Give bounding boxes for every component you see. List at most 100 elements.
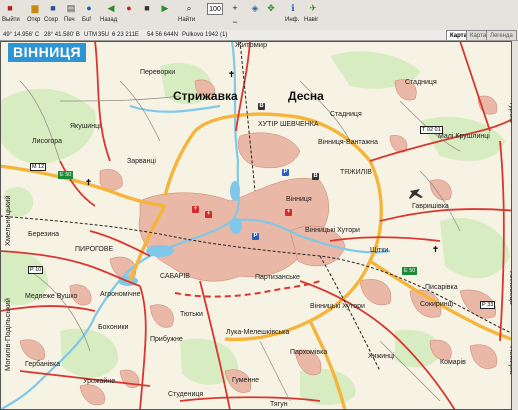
map-graphics bbox=[0, 41, 518, 410]
print-button[interactable]: ▤ bbox=[64, 1, 78, 15]
map-canvas[interactable]: ВІННИЦЯ Стрижавка Десна Житомир Переворк… bbox=[0, 41, 518, 410]
longitude-readout: 28° 41.580' В bbox=[44, 32, 80, 38]
rec-icon: ● bbox=[86, 3, 92, 13]
label-agronomichne: Агрономічне bbox=[100, 291, 141, 298]
save-button[interactable]: ■ bbox=[46, 1, 60, 15]
move-icon: ✥ bbox=[267, 3, 275, 13]
exit-label: Выйти bbox=[2, 17, 20, 23]
stop-button[interactable]: ■ bbox=[140, 1, 154, 15]
zoom-select[interactable]: 100 bbox=[207, 3, 223, 15]
road-badge-e50b: Е 50 bbox=[402, 267, 418, 275]
open-button[interactable]: ▆ bbox=[28, 1, 42, 15]
rec-button[interactable]: ● bbox=[82, 1, 96, 15]
open-icon: ▆ bbox=[31, 3, 39, 13]
exit-button[interactable]: ■ bbox=[3, 1, 17, 15]
nav-label: Навіг bbox=[304, 17, 319, 23]
record-icon: ● bbox=[126, 3, 132, 13]
label-mali-krushlyntsi: Малі Крушлинці bbox=[438, 133, 490, 140]
bus-station-icon-2[interactable]: B bbox=[312, 173, 319, 180]
label-komariv: Комарів bbox=[440, 359, 466, 366]
record-button[interactable]: ● bbox=[122, 1, 136, 15]
move-button[interactable]: ✥ bbox=[264, 1, 278, 15]
label-medvezhe: Медвеже Вушко bbox=[25, 293, 78, 300]
info-button[interactable]: ℹ bbox=[286, 1, 300, 15]
map-title: ВІННИЦЯ bbox=[8, 43, 87, 62]
search-icon: ⌕ bbox=[186, 3, 192, 13]
label-stadnytsia-2: Стадниця bbox=[330, 111, 362, 118]
status-bar: 49° 14.956' С 28° 41.580' В UTM 35U 6 23… bbox=[0, 30, 518, 41]
open-label: Откр bbox=[27, 17, 41, 23]
vertical-scrollbar[interactable] bbox=[512, 41, 518, 410]
back-label: Назад bbox=[100, 17, 118, 23]
side-label-mohyliv: Могилів-Подільський bbox=[3, 298, 12, 371]
rec-label: Бuf bbox=[82, 17, 91, 23]
label-herbanivka: Гербанівка bbox=[25, 361, 61, 368]
nav-button[interactable]: ✈ bbox=[306, 1, 320, 15]
label-humenne: Гуменне bbox=[232, 377, 260, 384]
road-badge-t0201: Т 02 01 bbox=[420, 126, 443, 134]
label-parkhomivka: Пархомівка bbox=[290, 349, 328, 356]
back-icon: ◀ bbox=[107, 3, 115, 13]
zoom-out-icon: − bbox=[232, 17, 238, 27]
find-label: Найти bbox=[178, 17, 196, 23]
label-sabariv: САБАРІВ bbox=[160, 273, 190, 280]
tab-legend[interactable]: Легенда bbox=[486, 30, 517, 40]
exit-icon: ■ bbox=[7, 3, 13, 13]
play-button[interactable]: ▶ bbox=[158, 1, 172, 15]
label-shchitky: Щітки bbox=[370, 247, 389, 254]
label-partyzanske: Партизанське bbox=[255, 274, 300, 281]
label-zarvantsi: Зарванці bbox=[127, 158, 156, 165]
label-tiutky: Тютьки bbox=[180, 311, 203, 318]
info-label: Инф. bbox=[285, 17, 300, 23]
label-luka-meleshkivska: Лука-Мелешківська bbox=[226, 329, 290, 336]
toolbar: ■ Выйти ▆ Откр ■ Сохр ▤ Печ ● Бuf ◀ Наза… bbox=[0, 0, 518, 31]
parking-icon[interactable]: P bbox=[282, 169, 289, 176]
info-icon: ℹ bbox=[291, 3, 295, 13]
nav-icon: ✈ bbox=[309, 3, 317, 13]
zoom-in-button[interactable]: + bbox=[228, 1, 242, 15]
label-khyzhyntsi: Хижинці bbox=[368, 353, 395, 360]
label-stadnytsia: Стадниця bbox=[405, 79, 437, 86]
label-vinnytski-v: Вінницькі Хутори bbox=[310, 303, 365, 310]
label-berezyna: Березина bbox=[28, 231, 59, 238]
label-stryzhavka: Стрижавка bbox=[173, 89, 238, 103]
utm-label: UTM bbox=[84, 32, 97, 38]
label-vinnytsia-vantazhna: Вінниця-Вантажна bbox=[318, 139, 378, 146]
latitude-readout: 49° 14.956' С bbox=[3, 32, 40, 38]
hospital-icon[interactable]: + bbox=[192, 206, 199, 213]
church-icon-3: ✝ bbox=[432, 245, 439, 254]
zoom-out-button[interactable]: − bbox=[228, 15, 242, 29]
print-label: Печ bbox=[64, 17, 75, 23]
label-sokyryntsi: Сокиринці bbox=[420, 301, 454, 308]
bus-station-icon[interactable]: B bbox=[258, 103, 265, 110]
label-pyrohove: ПИРОГОВЕ bbox=[75, 246, 114, 253]
easting-readout: 6 23 211Е bbox=[112, 32, 139, 38]
label-havryshivka: Гавришівка bbox=[412, 203, 449, 210]
northing-readout: 54 56 644N bbox=[147, 32, 179, 38]
back-button[interactable]: ◀ bbox=[104, 1, 118, 15]
label-prybuzhne: Прибужне bbox=[150, 336, 183, 343]
label-tiahun: Тягун bbox=[270, 401, 288, 408]
church-icon: ✝ bbox=[85, 178, 92, 187]
road-badge-p10: Р 10 bbox=[28, 266, 44, 274]
parking-icon-2[interactable]: P bbox=[252, 233, 259, 240]
datum-readout: Pulkovo 1942 (1) bbox=[182, 32, 228, 38]
label-urozhaine: Урожайне bbox=[83, 378, 116, 385]
label-vinnytski-khutory: Вінницькі Хутори bbox=[305, 227, 360, 234]
church-icon-2: ✝ bbox=[228, 70, 235, 79]
road-badge-e50: Е 50 bbox=[58, 171, 74, 179]
save-icon: ■ bbox=[50, 3, 56, 13]
layers-button[interactable]: ◈ bbox=[248, 1, 262, 15]
play-icon: ▶ bbox=[161, 3, 169, 13]
find-button[interactable]: ⌕ bbox=[182, 1, 196, 15]
stop-icon: ■ bbox=[144, 3, 150, 13]
hospital-icon-3[interactable]: + bbox=[285, 209, 292, 216]
zoom-in-icon: + bbox=[232, 3, 238, 13]
label-pysarivka: Писарівка bbox=[425, 284, 458, 291]
road-badge-m12: М 12 bbox=[30, 163, 47, 171]
print-icon: ▤ bbox=[66, 3, 76, 13]
label-studenytsia: Студениця bbox=[168, 391, 204, 398]
hospital-icon-2[interactable]: + bbox=[205, 211, 212, 218]
label-desna: Десна bbox=[288, 89, 324, 103]
label-yakushyntsi: Якушинці bbox=[70, 123, 101, 130]
